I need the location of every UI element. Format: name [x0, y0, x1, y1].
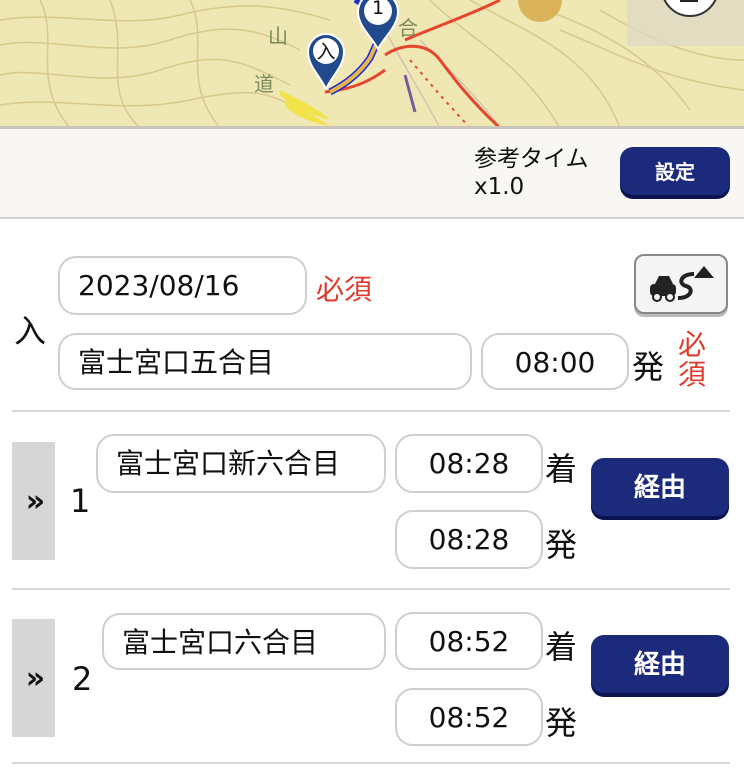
- reference-time-label: 参考タイム: [474, 146, 589, 172]
- waypoint-1-expander[interactable]: »: [12, 442, 55, 560]
- waypoint-1-place-input[interactable]: 富士宮口新六合目: [96, 434, 386, 493]
- waypoint-2-place-input[interactable]: 富士宮口六合目: [102, 613, 386, 670]
- section-divider: [12, 762, 730, 764]
- entry-date-input[interactable]: 2023/08/16: [58, 256, 307, 315]
- route-mode-button[interactable]: [634, 254, 728, 314]
- waypoint-2-arrive-input[interactable]: 08:52: [395, 612, 543, 670]
- entry-side-label: 入: [14, 312, 47, 350]
- car-mountain-icon: [650, 266, 714, 302]
- section-divider: [12, 410, 730, 412]
- map-pin-waypoint-1-label: 1: [371, 0, 385, 19]
- map-label-ai: 合: [398, 16, 418, 40]
- map-label-michi: 道: [254, 72, 274, 96]
- map-label-yama: 山: [268, 24, 288, 48]
- waypoint-1-arrive-label: 着: [545, 450, 578, 488]
- map-view[interactable]: 山 道 合 入 1: [0, 0, 744, 128]
- waypoint-2-index: 2: [72, 660, 93, 698]
- map-pin-entry-label: 入: [316, 41, 336, 63]
- waypoint-1-index: 1: [70, 482, 91, 520]
- map-pin-entry[interactable]: 入: [306, 32, 346, 90]
- waypoint-1-via-button[interactable]: 経由: [591, 458, 729, 516]
- map-pin-waypoint-1[interactable]: 1: [356, 0, 400, 50]
- waypoint-2-expander[interactable]: »: [12, 619, 55, 737]
- reference-time-value: x1.0: [474, 174, 525, 200]
- entry-place-input[interactable]: 富士宮口五合目: [58, 333, 472, 390]
- entry-depart-label: 発: [632, 348, 665, 386]
- waypoint-2-depart-input[interactable]: 08:52: [395, 688, 543, 746]
- waypoint-1-arrive-input[interactable]: 08:28: [395, 434, 543, 493]
- entry-time-input[interactable]: 08:00: [481, 333, 629, 390]
- entry-time-required: 必須: [678, 328, 707, 391]
- waypoint-2-via-button[interactable]: 経由: [591, 635, 729, 693]
- section-divider: [12, 588, 730, 590]
- waypoint-1-depart-input[interactable]: 08:28: [395, 510, 543, 569]
- settings-button[interactable]: 設定: [620, 147, 730, 195]
- waypoint-2-depart-label: 発: [545, 704, 578, 742]
- waypoint-2-arrive-label: 着: [545, 628, 578, 666]
- waypoint-1-depart-label: 発: [545, 526, 578, 564]
- entry-date-required: 必須: [316, 273, 373, 306]
